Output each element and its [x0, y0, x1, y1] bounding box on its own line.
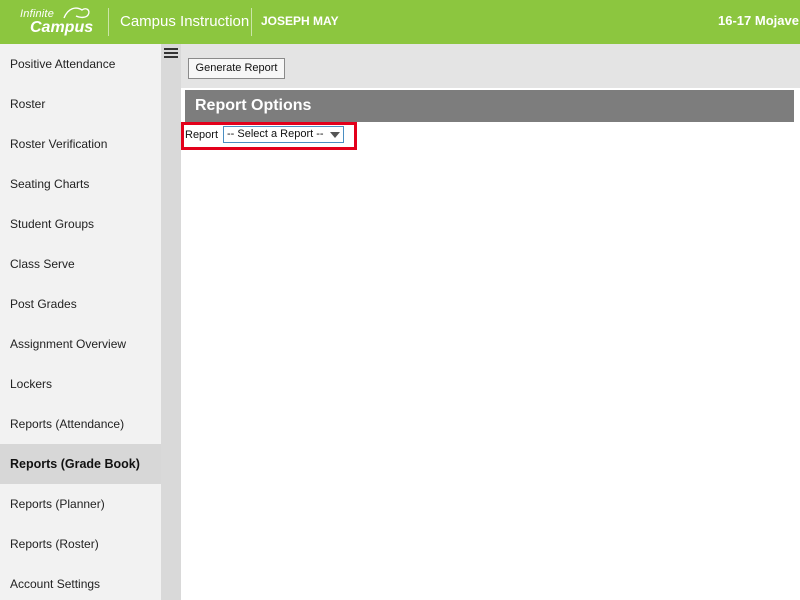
sidebar-item-reports-attendance[interactable]: Reports (Attendance) [0, 404, 161, 444]
sidebar-item-reports-roster[interactable]: Reports (Roster) [0, 524, 161, 564]
sidebar-item-account-settings[interactable]: Account Settings [0, 564, 161, 600]
user-name[interactable]: JOSEPH MAY [261, 14, 339, 28]
header-divider [251, 8, 252, 36]
hamburger-menu-icon[interactable] [164, 48, 178, 60]
app-title[interactable]: Campus Instruction [120, 13, 249, 30]
header-divider [108, 8, 109, 36]
sidebar-item-roster[interactable]: Roster [0, 84, 161, 124]
sidebar-item-student-groups[interactable]: Student Groups [0, 204, 161, 244]
sidebar-gutter [161, 44, 181, 600]
infinite-campus-logo[interactable]: Infinite Campus [18, 6, 102, 38]
logo-swoosh-icon [63, 7, 90, 19]
sidebar: Positive Attendance Roster Roster Verifi… [0, 44, 161, 600]
sidebar-item-reports-grade-book[interactable]: Reports (Grade Book) [0, 444, 161, 484]
sidebar-item-reports-planner[interactable]: Reports (Planner) [0, 484, 161, 524]
sidebar-item-class-serve[interactable]: Class Serve [0, 244, 161, 284]
sidebar-item-roster-verification[interactable]: Roster Verification [0, 124, 161, 164]
report-label: Report [185, 129, 219, 141]
sidebar-item-seating-charts[interactable]: Seating Charts [0, 164, 161, 204]
sidebar-item-positive-attendance[interactable]: Positive Attendance [0, 44, 161, 84]
report-options-header: Report Options [185, 90, 794, 122]
generate-report-button[interactable]: Generate Report [188, 58, 285, 79]
chevron-down-icon [330, 132, 340, 138]
app-header: Infinite Campus Campus Instruction JOSEP… [0, 0, 800, 44]
sidebar-item-lockers[interactable]: Lockers [0, 364, 161, 404]
sidebar-item-post-grades[interactable]: Post Grades [0, 284, 161, 324]
report-select-value: -- Select a Report -- [227, 128, 324, 140]
content-area [181, 88, 800, 600]
report-select-dropdown[interactable]: -- Select a Report -- [223, 126, 344, 143]
sidebar-item-assignment-overview[interactable]: Assignment Overview [0, 324, 161, 364]
school-year-selector[interactable]: 16-17 Mojave [718, 13, 800, 28]
